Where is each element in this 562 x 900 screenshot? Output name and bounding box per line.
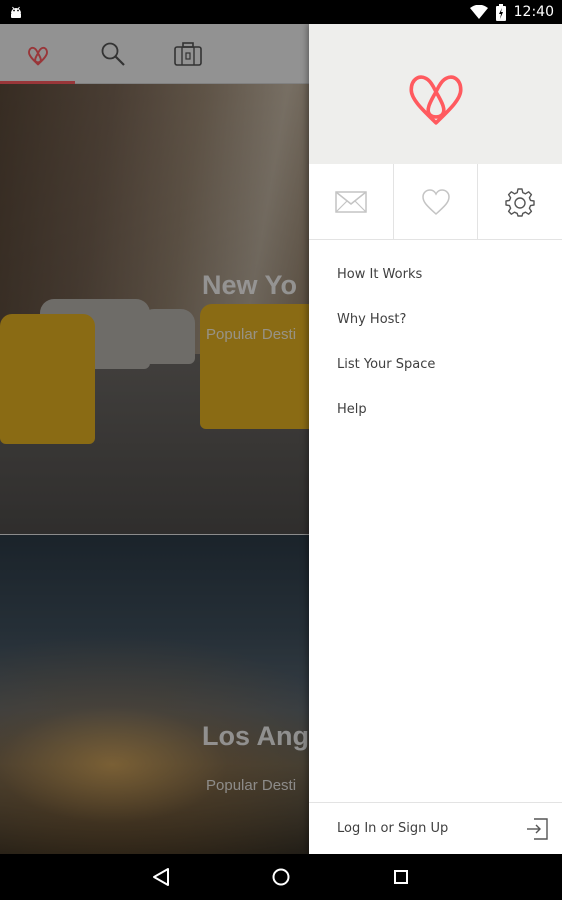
drawer-menu: How It Works Why Host? List Your Space H… bbox=[309, 252, 562, 432]
heart-icon bbox=[421, 188, 450, 215]
login-button[interactable] bbox=[512, 817, 562, 841]
wifi-icon bbox=[469, 5, 488, 19]
settings-button[interactable] bbox=[477, 164, 562, 239]
menu-item-how-it-works[interactable]: How It Works bbox=[309, 252, 562, 297]
login-icon bbox=[527, 817, 548, 840]
gear-icon bbox=[505, 187, 535, 217]
airbnb-logo-icon bbox=[408, 75, 463, 125]
battery-charging-icon bbox=[495, 3, 506, 21]
system-nav-bar bbox=[0, 854, 562, 900]
home-icon bbox=[272, 868, 290, 886]
status-bar: 12:40 bbox=[0, 0, 562, 24]
navigation-drawer: How It Works Why Host? List Your Space H… bbox=[309, 24, 562, 854]
home-button[interactable] bbox=[269, 865, 293, 889]
login-row[interactable]: Log In or Sign Up bbox=[309, 802, 562, 854]
menu-item-why-host[interactable]: Why Host? bbox=[309, 297, 562, 342]
wishlist-button[interactable] bbox=[392, 164, 478, 239]
android-debug-icon bbox=[11, 6, 21, 18]
menu-item-help[interactable]: Help bbox=[309, 387, 562, 432]
drawer-header bbox=[309, 24, 562, 164]
menu-item-list-your-space[interactable]: List Your Space bbox=[309, 342, 562, 387]
recent-apps-icon bbox=[394, 870, 408, 884]
drawer-quick-actions bbox=[309, 164, 562, 240]
status-time: 12:40 bbox=[513, 4, 554, 20]
mail-icon bbox=[335, 190, 367, 213]
login-label[interactable]: Log In or Sign Up bbox=[309, 821, 512, 836]
inbox-button[interactable] bbox=[309, 164, 393, 239]
recent-apps-button[interactable] bbox=[389, 865, 413, 889]
back-button[interactable] bbox=[149, 865, 173, 889]
back-icon bbox=[153, 868, 169, 886]
